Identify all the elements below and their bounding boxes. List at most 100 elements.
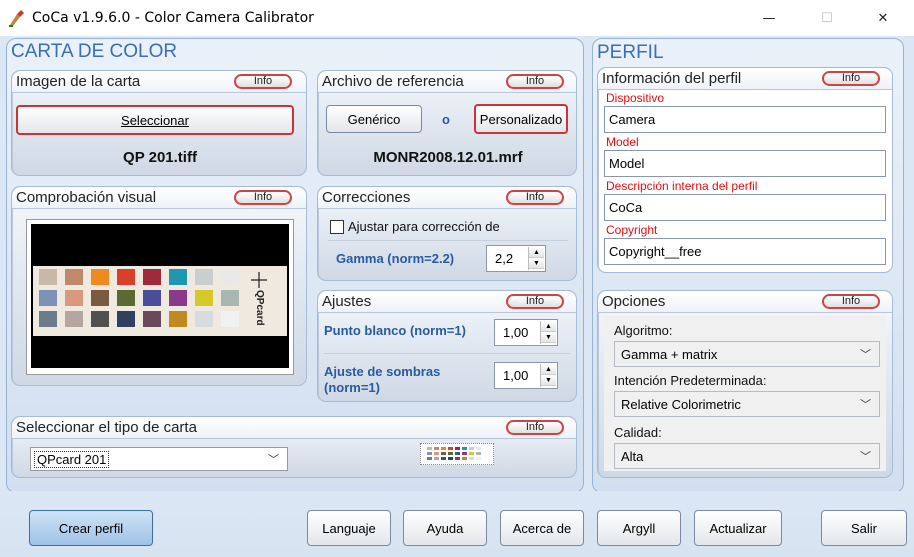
color-swatch <box>195 311 213 327</box>
tipo-title: Seleccionar el tipo de carta <box>16 419 197 436</box>
white-point-label: Punto blanco (norm=1) <box>324 323 466 338</box>
carta-panel: CARTA DE COLOR Imagen de la carta Info S… <box>6 38 584 493</box>
language-button[interactable]: Languaje <box>307 510 391 546</box>
personalizado-label: Personalizado <box>479 111 563 127</box>
color-swatch <box>143 311 161 327</box>
thumb-swatch <box>448 457 453 460</box>
copyright-field[interactable]: Copyright__free <box>604 238 886 265</box>
gamma-checkbox[interactable] <box>330 220 344 234</box>
perfil-info-group: Información del perfil Info Dispositivo … <box>597 67 893 273</box>
imagen-group: Imagen de la carta Info Seleccionar QP 2… <box>11 70 307 176</box>
thumb-swatch <box>434 452 439 455</box>
color-swatch <box>169 311 187 327</box>
description-field[interactable]: CoCa <box>604 194 886 221</box>
shadow-up-icon[interactable]: ▲ <box>541 364 556 375</box>
shadow-label-1: Ajuste de sombras <box>324 364 441 379</box>
color-swatch <box>117 311 135 327</box>
quality-select[interactable]: Alta ﹀ <box>614 443 880 469</box>
shadow-down-icon[interactable]: ▼ <box>541 375 556 386</box>
imagen-header: Imagen de la carta Info <box>12 71 306 93</box>
white-point-spinner[interactable]: 1,00 ▲ ▼ <box>494 319 558 346</box>
intent-label: Intención Predeterminada: <box>614 373 767 388</box>
create-profile-button[interactable]: Crear perfil <box>29 510 153 546</box>
opciones-title: Opciones <box>602 293 666 310</box>
close-window-button[interactable]: ✕ <box>860 0 906 36</box>
quality-label: Calidad: <box>614 425 662 440</box>
thumb-swatch <box>427 452 432 455</box>
color-swatch <box>91 290 109 306</box>
model-field[interactable]: Model <box>604 150 886 177</box>
tipo-info-button[interactable]: Info <box>506 420 564 435</box>
perfil-panel-title: PERFIL <box>597 42 664 63</box>
color-swatch <box>39 290 57 306</box>
generico-button[interactable]: Genérico <box>326 105 422 133</box>
referencia-info-button[interactable]: Info <box>506 74 564 89</box>
gamma-up-icon[interactable]: ▲ <box>529 247 544 258</box>
thumb-swatch <box>462 447 467 450</box>
correcciones-title: Correcciones <box>322 189 411 206</box>
gamma-arrows[interactable]: ▲ ▼ <box>528 247 544 270</box>
help-button[interactable]: Ayuda <box>403 510 487 546</box>
gamma-down-icon[interactable]: ▼ <box>529 258 544 269</box>
color-swatch <box>221 311 239 327</box>
color-swatch <box>65 290 83 306</box>
personalizado-button[interactable]: Personalizado <box>474 104 568 134</box>
shadow-spinner[interactable]: 1,00 ▲ ▼ <box>494 362 558 389</box>
card-image: QPcard <box>33 266 287 336</box>
card-brand-text: QPcard <box>254 290 265 326</box>
update-button[interactable]: Actualizar <box>694 510 782 546</box>
shadow-arrows[interactable]: ▲ ▼ <box>540 364 556 387</box>
white-down-icon[interactable]: ▼ <box>541 332 556 343</box>
maximize-button[interactable]: ☐ <box>804 0 850 36</box>
thumb-swatch <box>434 457 439 460</box>
minimize-button[interactable]: — <box>746 0 792 36</box>
correcciones-divider <box>328 240 568 241</box>
opciones-info-button[interactable]: Info <box>822 294 880 309</box>
thumb-swatch <box>469 452 474 455</box>
perfil-info-button[interactable]: Info <box>822 71 880 86</box>
generico-label: Genérico <box>347 111 401 127</box>
swatch-grid <box>39 269 249 331</box>
thumb-swatch <box>476 452 481 455</box>
perfil-panel: PERFIL Información del perfil Info Dispo… <box>592 38 904 493</box>
visual-group: Comprobación visual Info QPcard <box>11 186 307 386</box>
title-bar: CoCa v1.9.6.0 - Color Camera Calibrator … <box>0 0 914 36</box>
seleccionar-button[interactable]: Seleccionar <box>16 105 294 135</box>
color-swatch <box>221 290 239 306</box>
referencia-group: Archivo de referencia Info Genérico o Pe… <box>317 70 577 176</box>
correcciones-header: Correcciones Info <box>318 187 576 209</box>
quality-value: Alta <box>621 449 644 464</box>
argyll-button[interactable]: Argyll <box>597 510 681 546</box>
algorithm-select[interactable]: Gamma + matrix ﹀ <box>614 341 880 367</box>
gamma-spinner[interactable]: 2,2 ▲ ▼ <box>486 245 546 272</box>
intent-select[interactable]: Relative Colorimetric ﹀ <box>614 391 880 417</box>
ajustes-group: Ajustes Info Punto blanco (norm=1) 1,00 … <box>317 290 577 402</box>
ajustes-info-button[interactable]: Info <box>506 294 564 309</box>
visual-info-button[interactable]: Info <box>234 190 292 205</box>
exit-button[interactable]: Salir <box>821 510 907 546</box>
color-swatch <box>65 311 83 327</box>
model-label: Model <box>606 135 639 149</box>
color-swatch <box>195 269 213 285</box>
main-client-area: CARTA DE COLOR Imagen de la carta Info S… <box>0 36 914 557</box>
chart-type-select[interactable]: QPcard 201 ﹀ <box>30 447 288 471</box>
thumb-swatch <box>469 447 474 450</box>
visual-header: Comprobación visual Info <box>12 187 306 209</box>
argyll-label: Argyll <box>622 520 656 536</box>
thumb-swatch <box>448 452 453 455</box>
description-label: Descripción interna del perfil <box>606 179 758 193</box>
thumb-swatch <box>462 452 467 455</box>
about-button[interactable]: Acerca de <box>500 510 584 546</box>
imagen-info-button[interactable]: Info <box>234 74 292 89</box>
white-up-icon[interactable]: ▲ <box>541 321 556 332</box>
update-label: Actualizar <box>709 520 767 536</box>
color-swatch <box>39 311 57 327</box>
opciones-group: Opciones Info Algoritmo: Gamma + matrix … <box>597 290 893 478</box>
thumb-swatch <box>462 457 467 460</box>
white-point-arrows[interactable]: ▲ ▼ <box>540 321 556 344</box>
gamma-label: Gamma (norm=2.2) <box>336 251 455 266</box>
color-swatch <box>117 290 135 306</box>
device-field[interactable]: Camera <box>604 106 886 133</box>
correcciones-info-button[interactable]: Info <box>506 190 564 205</box>
opciones-header: Opciones Info <box>598 291 892 313</box>
